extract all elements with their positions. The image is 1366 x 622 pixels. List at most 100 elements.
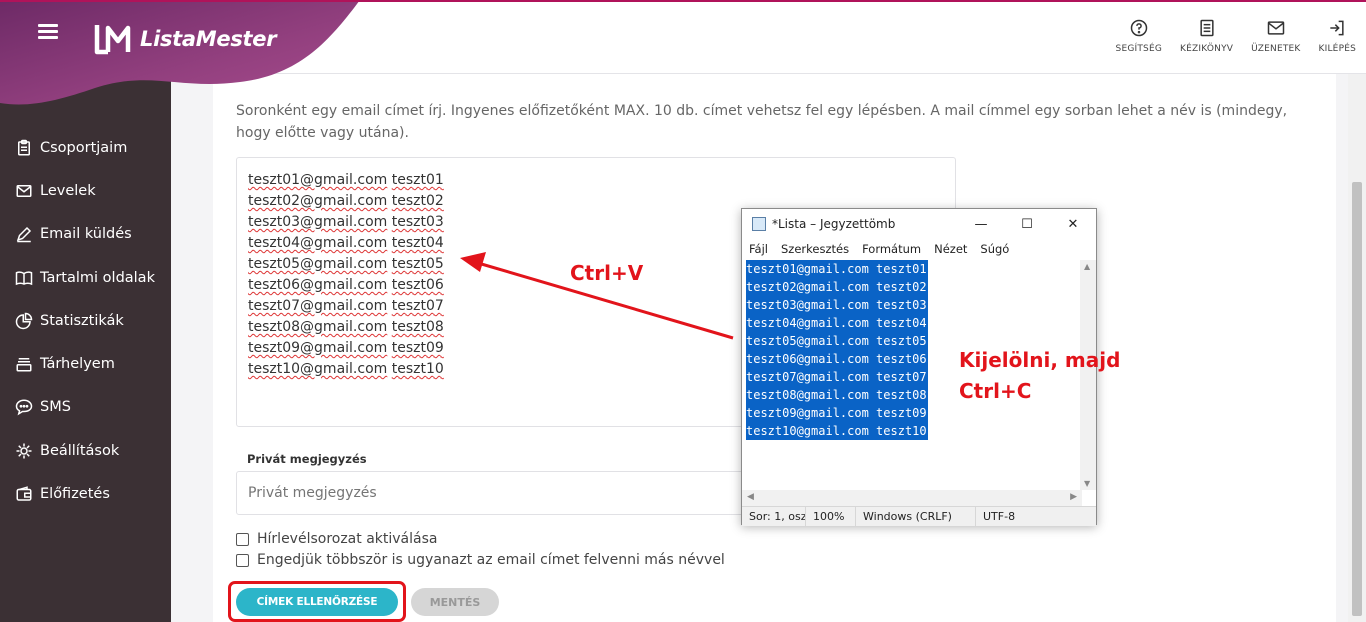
- header-actions: SEGÍTSÉG KÉZIKÖNYV ÜZENETEK KILÉPÉS: [1098, 18, 1356, 54]
- sidebar-item-elofizetes[interactable]: Előfizetés: [0, 472, 171, 515]
- messages-button[interactable]: ÜZENETEK: [1251, 18, 1300, 54]
- sidebar-item-email-kuldes[interactable]: Email küldés: [0, 213, 171, 256]
- sidebar-item-label: Levelek: [40, 182, 96, 199]
- page-scrollbar[interactable]: [1348, 74, 1366, 622]
- email-name: teszt01: [391, 172, 444, 188]
- scroll-right-icon[interactable]: ▶: [1070, 492, 1077, 502]
- email-address: teszt05@gmail.com: [248, 256, 388, 272]
- storage-icon: [14, 354, 34, 374]
- envelope-icon: [14, 181, 34, 201]
- email-address: teszt04@gmail.com: [248, 235, 388, 251]
- manual-label: KÉZIKÖNYV: [1180, 44, 1234, 54]
- gear-icon: [14, 441, 34, 461]
- top-accent-line: [0, 0, 1366, 2]
- notepad-selected-line: teszt07@gmail.com teszt07: [746, 368, 928, 386]
- sidebar-item-label: Beállítások: [40, 442, 120, 459]
- brand-name: ListaMester: [140, 27, 277, 51]
- duplicate-checkbox-row[interactable]: Engedjük többször is ugyanazt az email c…: [236, 552, 725, 568]
- email-address: teszt08@gmail.com: [248, 319, 388, 335]
- copy-annotation-text-line1: Kijelölni, majd: [959, 348, 1121, 372]
- menu-file[interactable]: Fájl: [749, 242, 768, 256]
- notepad-selected-line: teszt10@gmail.com teszt10: [746, 422, 928, 440]
- book-icon: [14, 268, 34, 288]
- sidebar-item-csoportjaim[interactable]: Csoportjaim: [0, 126, 171, 169]
- duplicate-checkbox[interactable]: [236, 553, 249, 567]
- sidebar-item-label: Előfizetés: [40, 486, 110, 503]
- email-address: teszt02@gmail.com: [248, 193, 388, 209]
- notepad-horizontal-scrollbar[interactable]: ◀ ▶: [742, 490, 1082, 506]
- menu-help[interactable]: Súgó: [980, 242, 1009, 256]
- notepad-selected-line: teszt02@gmail.com teszt02: [746, 278, 928, 296]
- scrollbar-thumb[interactable]: [1352, 182, 1362, 616]
- email-name: teszt10: [391, 361, 444, 377]
- clipboard-icon: [14, 138, 34, 158]
- copy-annotation-text-line2: Ctrl+C: [959, 379, 1032, 403]
- sidebar-item-label: Csoportjaim: [40, 139, 128, 156]
- pie-chart-icon: [14, 311, 34, 331]
- email-address: teszt07@gmail.com: [248, 298, 388, 314]
- menu-edit[interactable]: Szerkesztés: [781, 242, 849, 256]
- status-zoom: 100%: [806, 507, 856, 526]
- paste-annotation-text: Ctrl+V: [570, 261, 644, 285]
- help-button[interactable]: SEGÍTSÉG: [1116, 18, 1163, 54]
- help-icon: [1130, 19, 1148, 37]
- scroll-left-icon[interactable]: ◀: [747, 492, 754, 502]
- scroll-down-icon[interactable]: ▼: [1084, 479, 1090, 488]
- status-line-ending: Windows (CRLF): [856, 507, 976, 526]
- newsletter-checkbox-row[interactable]: Hírlevélsorozat aktiválása: [236, 531, 437, 547]
- manual-button[interactable]: KÉZIKÖNYV: [1180, 18, 1233, 54]
- mail-icon: [1267, 21, 1285, 35]
- menu-view[interactable]: Nézet: [934, 242, 967, 256]
- notepad-selected-line: teszt04@gmail.com teszt04: [746, 314, 928, 332]
- sidebar-item-tarhelyem[interactable]: Tárhelyem: [0, 342, 171, 385]
- newsletter-checkbox-label: Hírlevélsorozat aktiválása: [257, 531, 438, 547]
- status-encoding: UTF-8: [983, 510, 1016, 523]
- sidebar-item-label: Tartalmi oldalak: [40, 269, 155, 286]
- status-position: Sor: 1, oszl: [742, 507, 806, 526]
- email-name: teszt05: [391, 256, 444, 272]
- sidebar-item-levelek[interactable]: Levelek: [0, 169, 171, 212]
- brand-logo[interactable]: ListaMester: [94, 22, 277, 56]
- notepad-selected-line: teszt01@gmail.com teszt01: [746, 260, 928, 278]
- close-icon[interactable]: ✕: [1050, 209, 1096, 239]
- sidebar-nav: Csoportjaim Levelek Email küldés Tartalm…: [0, 126, 171, 516]
- scroll-up-icon[interactable]: ▲: [1084, 262, 1090, 271]
- email-name: teszt06: [391, 277, 444, 293]
- sidebar-item-label: SMS: [40, 399, 71, 416]
- save-button[interactable]: MENTÉS: [411, 588, 499, 616]
- email-name: teszt02: [391, 193, 444, 209]
- sidebar-item-label: Email küldés: [40, 226, 132, 243]
- maximize-icon[interactable]: ☐: [1004, 209, 1050, 239]
- check-addresses-button[interactable]: CÍMEK ELLENŐRZÉSE: [236, 588, 398, 616]
- sidebar-item-tartalmi-oldalak[interactable]: Tartalmi oldalak: [0, 256, 171, 299]
- email-address: teszt06@gmail.com: [248, 277, 388, 293]
- sidebar-item-statisztikak[interactable]: Statisztikák: [0, 299, 171, 342]
- notepad-selected-line: teszt03@gmail.com teszt03: [746, 296, 928, 314]
- email-address: teszt03@gmail.com: [248, 214, 388, 230]
- logout-icon: [1330, 20, 1344, 36]
- sidebar-item-sms[interactable]: SMS: [0, 386, 171, 429]
- sidebar-item-beallitasok[interactable]: Beállítások: [0, 429, 171, 472]
- email-line: teszt01@gmail.com teszt01: [248, 170, 944, 191]
- email-name: teszt04: [391, 235, 444, 251]
- duplicate-checkbox-label: Engedjük többször is ugyanazt az email c…: [257, 552, 725, 568]
- notepad-menubar: Fájl Szerkesztés Formátum Nézet Súgó: [742, 239, 1096, 259]
- minimize-icon[interactable]: —: [958, 209, 1004, 239]
- menu-toggle-button[interactable]: [38, 24, 58, 40]
- notepad-title: *Lista – Jegyzettömb: [772, 217, 896, 231]
- notepad-titlebar[interactable]: *Lista – Jegyzettömb — ☐ ✕: [742, 209, 1096, 239]
- instruction-text: Soronként egy email címet írj. Ingyenes …: [236, 103, 1288, 141]
- email-name: teszt09: [391, 340, 444, 356]
- newsletter-checkbox[interactable]: [236, 532, 249, 546]
- notepad-selected-line: teszt08@gmail.com teszt08: [746, 386, 928, 404]
- notepad-statusbar: Sor: 1, oszl 100% Windows (CRLF) UTF-8: [742, 506, 1096, 526]
- wallet-icon: [14, 484, 34, 504]
- email-name: teszt08: [391, 319, 444, 335]
- logout-button[interactable]: KILÉPÉS: [1319, 18, 1356, 54]
- menu-format[interactable]: Formátum: [862, 242, 921, 256]
- manual-icon: [1199, 19, 1214, 37]
- chat-bubble-icon: [14, 397, 34, 417]
- notepad-selected-line: teszt09@gmail.com teszt09: [746, 404, 928, 422]
- sidebar-item-label: Tárhelyem: [40, 356, 115, 373]
- logo-mark-icon: [94, 25, 131, 55]
